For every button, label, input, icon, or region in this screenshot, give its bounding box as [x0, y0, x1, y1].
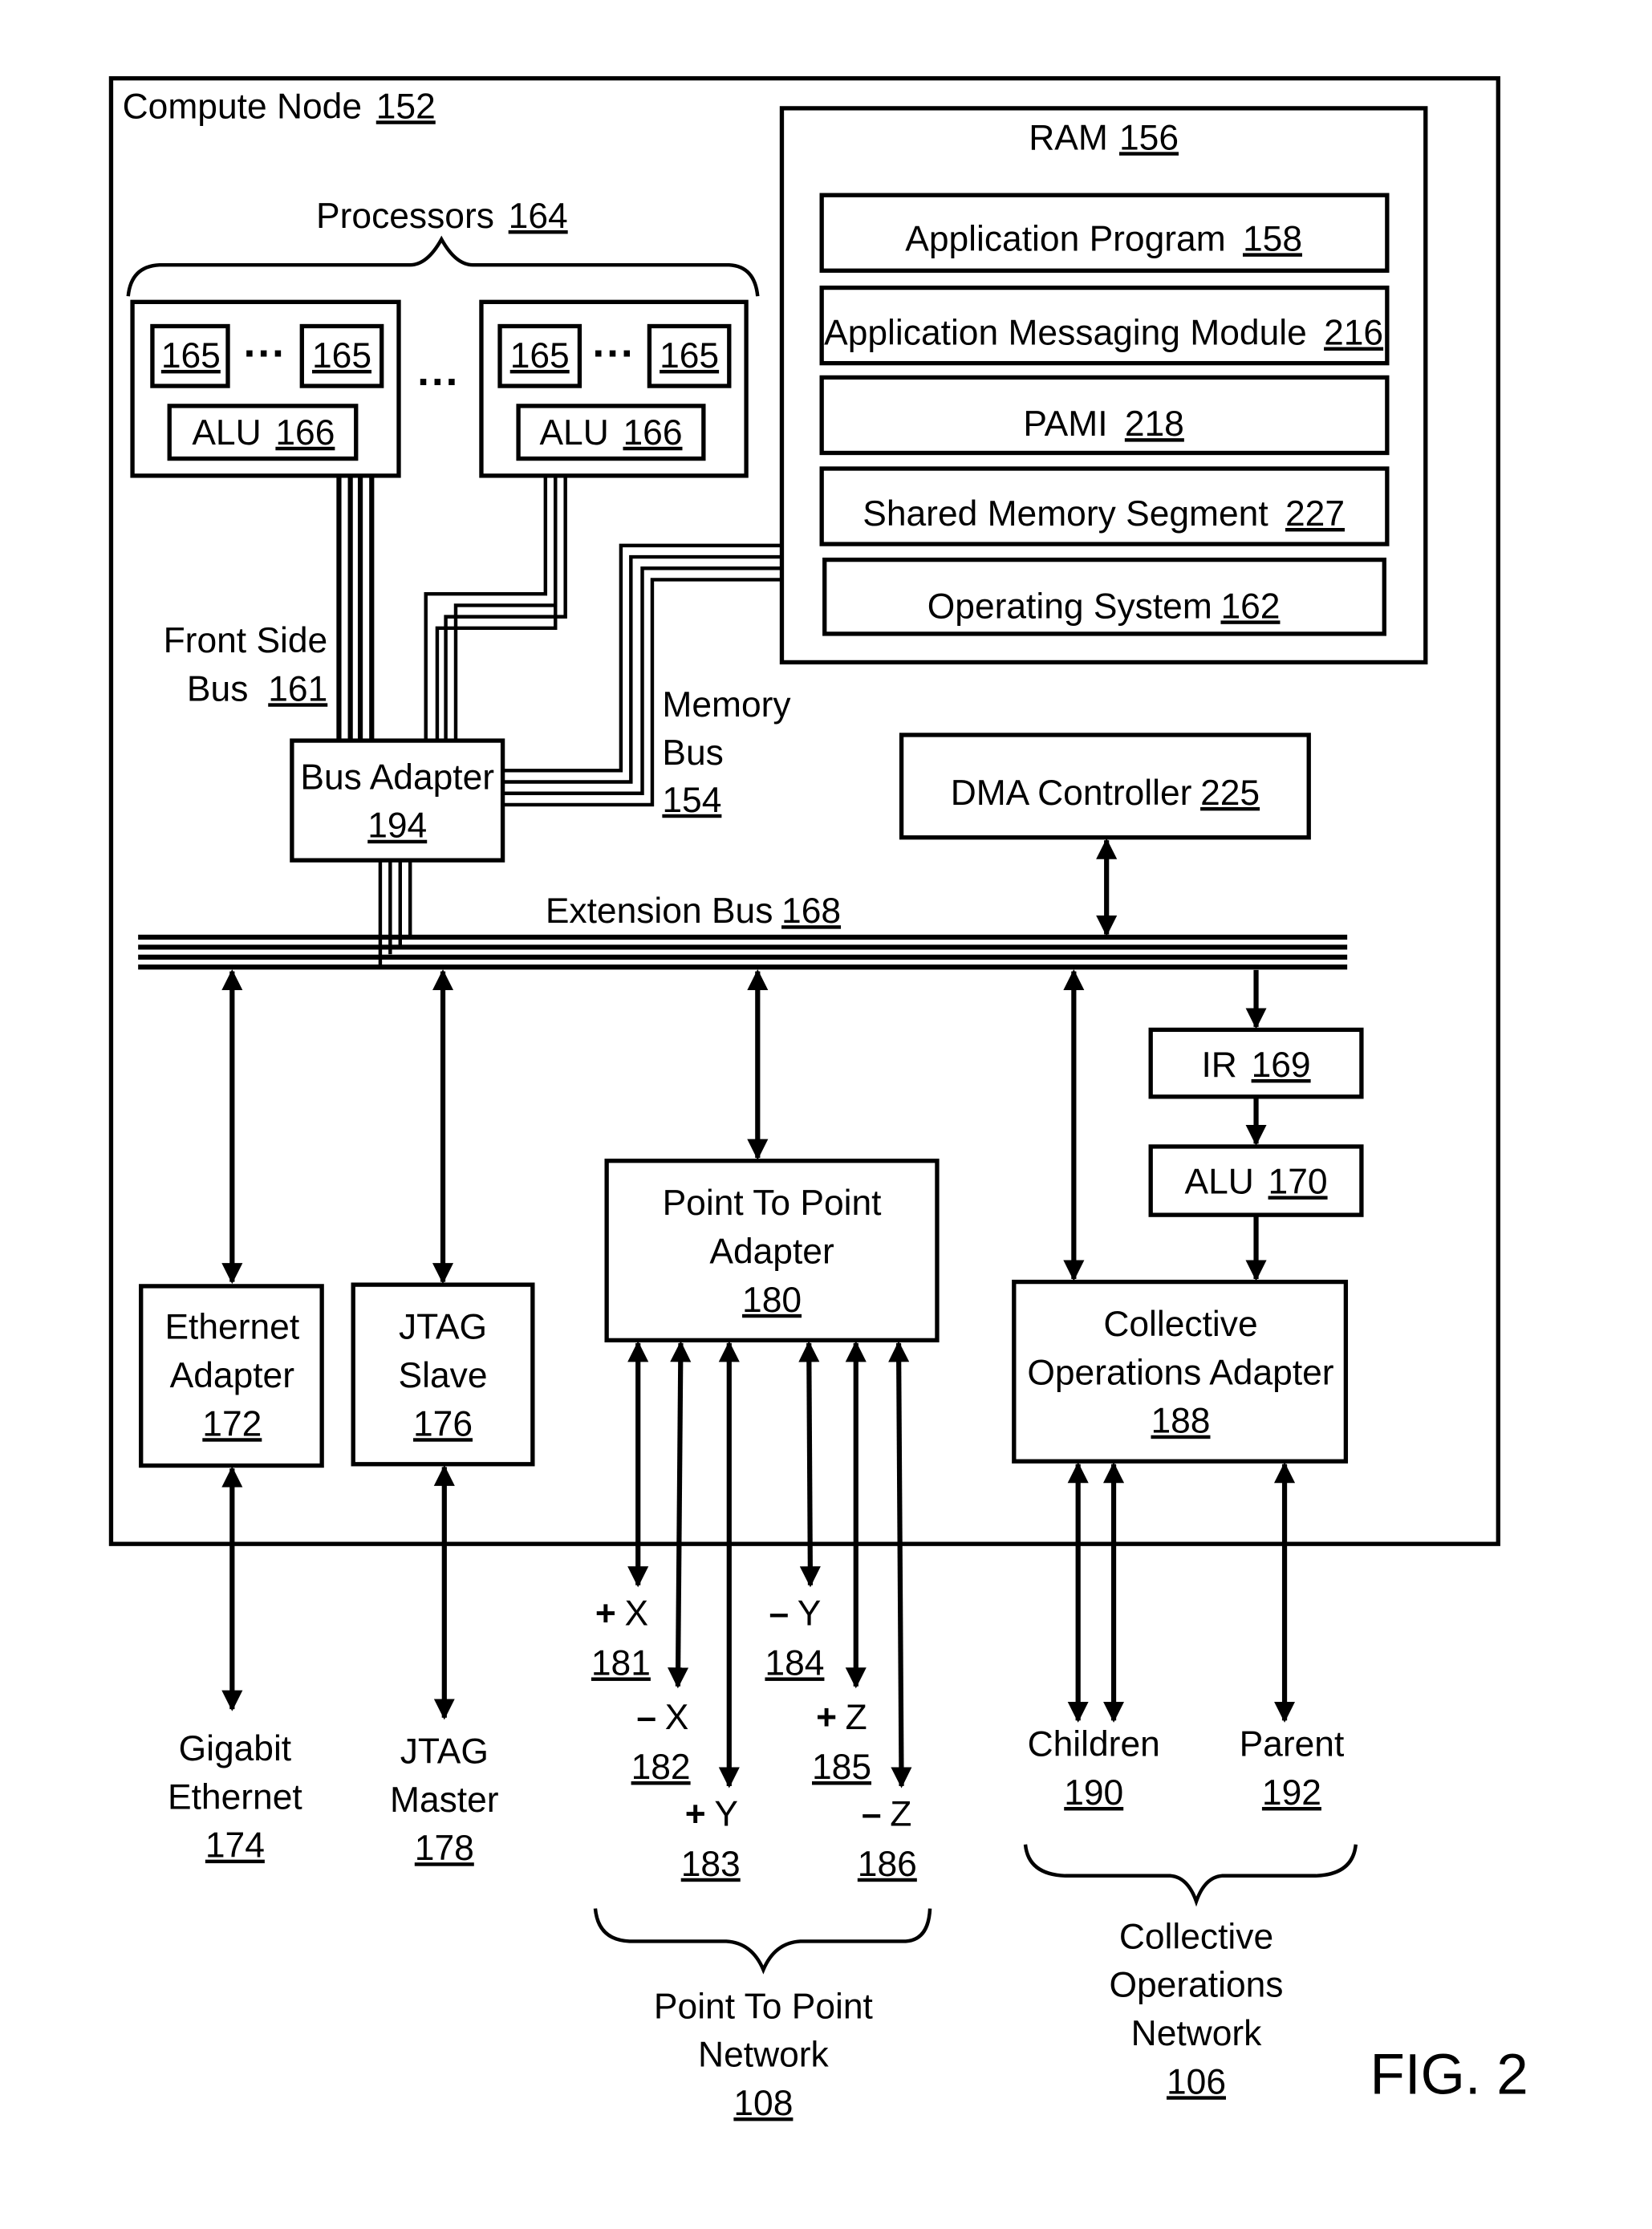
collective-adapter-ref: 188 [1151, 1402, 1210, 1441]
children-ref: 190 [1064, 1773, 1123, 1813]
ir-label: IR 169 [1201, 1045, 1310, 1085]
bus-adapter-ref: 194 [367, 806, 427, 846]
svg-text:+X: + X [595, 1594, 648, 1633]
jtag-slave-ref: 176 [413, 1404, 473, 1443]
alu-170-box [1148, 1144, 1364, 1217]
p2p-link-minus-z: – Z 186 [858, 1795, 917, 1884]
jtag-master-ref: 178 [415, 1829, 474, 1868]
svg-text:183: 183 [681, 1845, 741, 1884]
collective-network-label: Collective [1119, 1917, 1273, 1956]
jtag-master-label: JTAG [400, 1732, 489, 1772]
ram-label: RAM 156 [1029, 118, 1179, 157]
svg-text:181: 181 [591, 1643, 651, 1683]
ram-block: RAM 156 Application Program 158 Applicatio… [779, 106, 1428, 665]
svg-text:–Z: – Z [862, 1795, 911, 1834]
gigabit-ethernet-ref: 174 [205, 1826, 265, 1866]
p2p-adapter-label: Point To Point [663, 1184, 882, 1223]
p2p-link-minus-x: – X 182 [631, 1698, 691, 1787]
core-ref: 165 [510, 336, 570, 376]
figure-caption: FIG. 2 [1370, 2043, 1528, 2106]
collective-adapter-label: Collective [1103, 1305, 1257, 1344]
p2p-adapter-ref: 180 [742, 1281, 802, 1320]
svg-text:Operating System162: Operating System 162 [927, 587, 1281, 626]
p2p-link-plus-x: + X 181 [591, 1594, 651, 1683]
processor-group-1: 165 ··· 165 ALU 166 [130, 299, 401, 478]
gigabit-ethernet-label-2: Ethernet [168, 1777, 302, 1817]
processor-group-2: 165 ··· 165 ALU 166 [479, 299, 749, 478]
core-ref: 165 [161, 336, 221, 376]
ethernet-adapter-ref: 172 [202, 1404, 262, 1443]
svg-text:182: 182 [631, 1748, 691, 1787]
patent-figure: Compute Node 152 Processors 164 165 ··· 16… [108, 75, 1528, 2123]
extension-bus-label: Extension Bus 168 [546, 891, 841, 931]
gigabit-ethernet-label: Gigabit [179, 1729, 292, 1768]
svg-text:Application Messaging Module21: Application Messaging Module 216 [824, 314, 1383, 353]
p2p-network-label-2: Network [698, 2036, 830, 2075]
memory-bus-label-2: Bus [662, 733, 723, 773]
p2p-adapter-label-2: Adapter [709, 1232, 834, 1271]
collective-network-label-3: Network [1131, 2014, 1263, 2053]
p2p-link-minus-y-arrow [798, 1341, 821, 1588]
jtag-master-label-2: Master [390, 1780, 499, 1820]
ellipsis-icon: ··· [592, 330, 635, 377]
svg-text:PAMI218: PAMI 218 [1023, 404, 1183, 444]
svg-text:184: 184 [765, 1643, 824, 1683]
parent-ref: 192 [1262, 1773, 1321, 1813]
children-label: Children [1028, 1725, 1160, 1764]
front-side-bus-label: Front Side [164, 621, 328, 660]
p2p-link-minus-y: – Y 184 [765, 1594, 824, 1683]
collective-adapter-label-2: Operations Adapter [1027, 1353, 1333, 1392]
parent-label: Parent [1240, 1725, 1345, 1764]
jtag-slave-label: JTAG [399, 1308, 487, 1347]
dma-controller-label: DMA Controller 225 [951, 773, 1260, 813]
p2p-link-plus-y: + Y 183 [681, 1795, 741, 1884]
processors-label: Processors 164 [316, 197, 568, 236]
ethernet-adapter-label-2: Adapter [170, 1356, 295, 1395]
bus-adapter-label: Bus Adapter [300, 757, 494, 797]
compute-node-label: Compute Node 152 [123, 87, 436, 126]
p2p-network-brace [593, 1908, 932, 1975]
svg-text:Application Program158: Application Program 158 [905, 219, 1302, 258]
core-ref: 165 [312, 336, 371, 376]
p2p-network-ref: 108 [733, 2084, 793, 2123]
svg-text:–Y: – Y [769, 1594, 822, 1633]
collective-network-ref: 106 [1167, 2062, 1226, 2101]
memory-bus-label: Memory [662, 685, 791, 725]
processor-ellipsis-icon: ··· [417, 358, 460, 405]
svg-text:185: 185 [812, 1748, 871, 1787]
p2p-network-label: Point To Point [654, 1987, 873, 2026]
ethernet-adapter-label: Ethernet [164, 1308, 299, 1347]
core-ref: 165 [660, 336, 719, 376]
svg-text:186: 186 [858, 1845, 917, 1884]
svg-text:+Z: + Z [816, 1698, 867, 1737]
p2p-link-minus-x-arrow [668, 1341, 692, 1689]
p2p-link-plus-z: + Z 185 [812, 1698, 871, 1787]
ellipsis-icon: ··· [244, 330, 286, 377]
collective-network-brace [1023, 1844, 1358, 1907]
p2p-link-minus-z-arrow [888, 1341, 912, 1788]
memory-bus-ref: 154 [662, 781, 721, 820]
svg-text:+Y: + Y [685, 1795, 738, 1834]
jtag-slave-label-2: Slave [399, 1356, 488, 1395]
svg-text:–X: – X [636, 1698, 688, 1737]
collective-network-label-2: Operations [1110, 1966, 1284, 2005]
